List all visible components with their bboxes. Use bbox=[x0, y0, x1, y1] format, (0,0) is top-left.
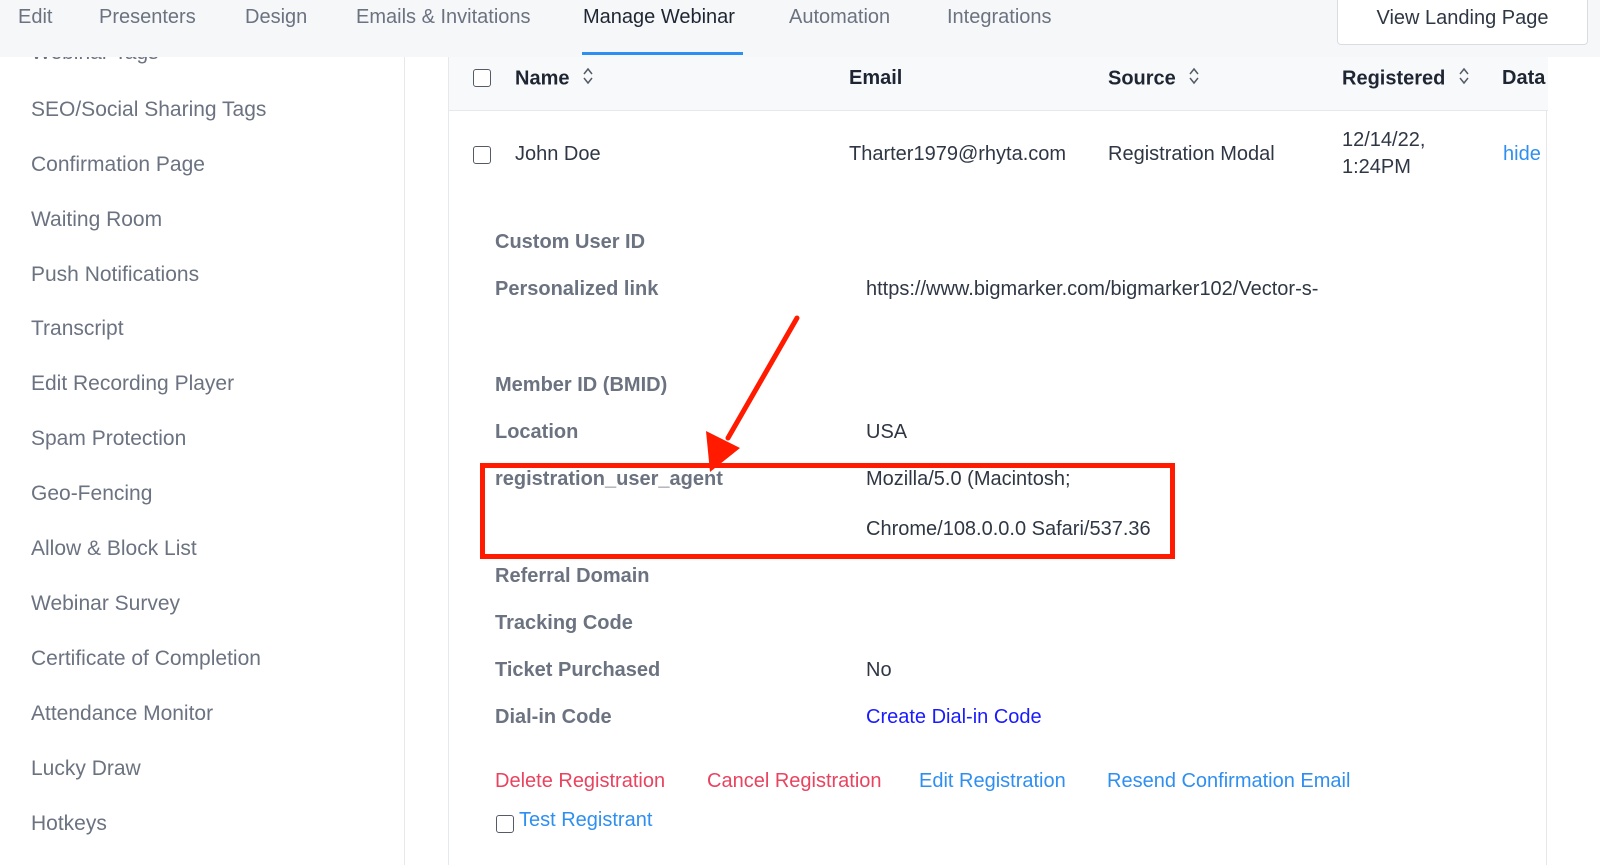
personalized-link-value: https://www.bigmarker.com/bigmarker102/V… bbox=[866, 278, 1319, 300]
dial-in-code-label: Dial-in Code bbox=[495, 706, 612, 728]
tab-integrations[interactable]: Integrations bbox=[947, 6, 1052, 29]
member-id-label: Member ID (BMID) bbox=[495, 374, 668, 396]
tab-manage-webinar[interactable]: Manage Webinar bbox=[583, 6, 735, 29]
active-tab-indicator bbox=[582, 52, 743, 55]
select-all-checkbox[interactable] bbox=[473, 69, 491, 87]
ticket-purchased-label: Ticket Purchased bbox=[495, 659, 661, 681]
registrant-email: Tharter1979@rhyta.com bbox=[849, 143, 1067, 165]
tab-emails-invitations[interactable]: Emails & Invitations bbox=[356, 6, 531, 29]
column-header-registered[interactable]: Registered bbox=[1342, 67, 1469, 91]
location-value: USA bbox=[866, 421, 908, 443]
tab-edit[interactable]: Edit bbox=[18, 6, 52, 29]
test-registrant-label[interactable]: Test Registrant bbox=[519, 809, 652, 832]
sidebar-item-transcript[interactable]: Transcript bbox=[31, 317, 124, 341]
sort-icon[interactable] bbox=[1459, 67, 1469, 91]
registered-time: 1:24PM bbox=[1342, 156, 1411, 178]
sidebar-item-attendance-monitor[interactable]: Attendance Monitor bbox=[31, 702, 213, 726]
sidebar-item-edit-recording-player[interactable]: Edit Recording Player bbox=[31, 372, 234, 396]
personalized-link-label: Personalized link bbox=[495, 278, 659, 300]
table-header: Name Email Source Registered Data bbox=[449, 57, 1548, 111]
location-label: Location bbox=[495, 421, 579, 443]
tab-presenters[interactable]: Presenters bbox=[99, 6, 196, 29]
column-header-email: Email bbox=[849, 67, 903, 89]
tab-automation[interactable]: Automation bbox=[789, 6, 890, 29]
sort-icon[interactable] bbox=[583, 67, 593, 91]
sidebar-item-seo-social-sharing-tags[interactable]: SEO/Social Sharing Tags bbox=[31, 98, 266, 122]
custom-user-id-label: Custom User ID bbox=[495, 231, 646, 253]
row-checkbox[interactable] bbox=[473, 146, 491, 164]
annotation-highlight-box bbox=[480, 463, 1175, 559]
sidebar-item-webinar-tags[interactable]: Webinar Tags bbox=[31, 57, 159, 65]
sidebar: Webinar Tags SEO/Social Sharing Tags Con… bbox=[0, 57, 405, 865]
tracking-code-label: Tracking Code bbox=[495, 612, 633, 634]
registrant-source: Registration Modal bbox=[1108, 143, 1275, 165]
column-header-source-label: Source bbox=[1108, 67, 1176, 90]
view-landing-page-button[interactable]: View Landing Page bbox=[1337, 0, 1588, 45]
sort-icon[interactable] bbox=[1189, 67, 1199, 91]
sidebar-item-certificate-of-completion[interactable]: Certificate of Completion bbox=[31, 647, 261, 671]
registrant-name: John Doe bbox=[515, 143, 601, 165]
create-dial-in-code-link[interactable]: Create Dial-in Code bbox=[866, 706, 1042, 729]
referral-domain-label: Referral Domain bbox=[495, 565, 650, 587]
hide-details-link[interactable]: hide bbox=[1503, 143, 1541, 166]
column-header-data: Data bbox=[1502, 67, 1546, 89]
column-header-source[interactable]: Source bbox=[1108, 67, 1199, 91]
sidebar-item-hotkeys[interactable]: Hotkeys bbox=[31, 812, 107, 836]
registrants-panel: Name Email Source Registered Data John D… bbox=[448, 57, 1548, 865]
column-header-name-label: Name bbox=[515, 67, 570, 90]
column-header-name[interactable]: Name bbox=[515, 67, 593, 91]
edit-registration-link[interactable]: Edit Registration bbox=[919, 770, 1066, 793]
delete-registration-link[interactable]: Delete Registration bbox=[495, 770, 665, 793]
ticket-purchased-value: No bbox=[866, 659, 892, 681]
sidebar-item-push-notifications[interactable]: Push Notifications bbox=[31, 263, 199, 287]
top-navigation: Edit Presenters Design Emails & Invitati… bbox=[0, 0, 1600, 57]
cancel-registration-link[interactable]: Cancel Registration bbox=[707, 770, 882, 793]
sidebar-item-spam-protection[interactable]: Spam Protection bbox=[31, 427, 186, 451]
sidebar-item-webinar-survey[interactable]: Webinar Survey bbox=[31, 592, 180, 616]
sidebar-item-confirmation-page[interactable]: Confirmation Page bbox=[31, 153, 205, 177]
sidebar-item-waiting-room[interactable]: Waiting Room bbox=[31, 208, 162, 232]
test-registrant-checkbox[interactable] bbox=[496, 815, 514, 833]
registered-date: 12/14/22, bbox=[1342, 129, 1426, 151]
sidebar-item-allow-block-list[interactable]: Allow & Block List bbox=[31, 537, 197, 561]
sidebar-item-geo-fencing[interactable]: Geo-Fencing bbox=[31, 482, 152, 506]
sidebar-item-lucky-draw[interactable]: Lucky Draw bbox=[31, 757, 141, 781]
column-header-registered-label: Registered bbox=[1342, 67, 1446, 90]
resend-confirmation-email-link[interactable]: Resend Confirmation Email bbox=[1107, 770, 1350, 793]
tab-design[interactable]: Design bbox=[245, 6, 307, 29]
